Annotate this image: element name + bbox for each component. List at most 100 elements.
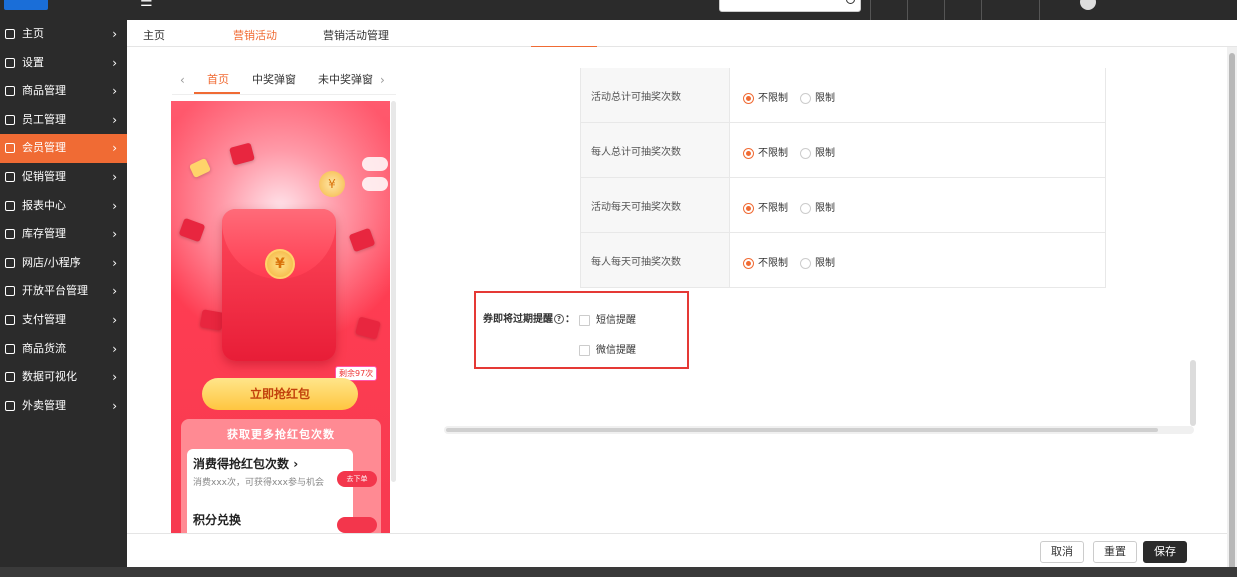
grab-red-envelope-button[interactable]: 立即抢红包: [202, 378, 358, 410]
unlimited-option[interactable]: 不限制: [743, 144, 788, 159]
chevron-left-icon[interactable]: ‹: [180, 73, 185, 87]
bar-chart-icon: [5, 200, 15, 211]
sidebar-item[interactable]: 员工管理 ›: [0, 106, 127, 135]
sms-reminder-checkbox[interactable]: [579, 314, 590, 326]
sidebar-item[interactable]: 商品管理 ›: [0, 77, 127, 106]
preview-tab-home[interactable]: 首页: [207, 71, 229, 87]
tab-marketing-management[interactable]: 营销活动管理: [323, 27, 389, 43]
member-card-icon: [5, 143, 15, 154]
help-icon[interactable]: [870, 0, 907, 20]
task-description: 消费xxx次，可获得xxx参与机会: [193, 478, 324, 488]
avatar[interactable]: [1080, 0, 1096, 10]
sidebar: 主页 › 设置 › 商品管理 › 员工管理 › 会员管理 › 促销管理 › 报表中心 › 库存管理 › 网店/小…: [0, 20, 127, 577]
unlimited-option[interactable]: 不限制: [743, 254, 788, 269]
radio-group: 不限制 限制: [743, 199, 847, 214]
setting-row: 每人总计可抽奖次数 不限制 限制: [581, 123, 1105, 178]
sidebar-item[interactable]: 外卖管理 ›: [0, 392, 127, 421]
sidebar-item-label: 库存管理: [22, 227, 66, 241]
preview-scrollbar[interactable]: [391, 101, 396, 482]
wechat-reminder-option[interactable]: 微信提醒: [579, 341, 636, 356]
form-footer: 取消 重置 保存: [127, 533, 1227, 567]
sidebar-item-label: 主页: [22, 27, 44, 40]
box-icon: [5, 86, 15, 97]
search-input[interactable]: [719, 0, 861, 12]
exchange-button[interactable]: [337, 517, 377, 533]
radio-group: 不限制 限制: [743, 144, 847, 159]
sidebar-item[interactable]: 开放平台管理 ›: [0, 277, 127, 306]
radio-label: 限制: [815, 93, 835, 104]
radio-button[interactable]: [743, 202, 754, 214]
radio-button[interactable]: [743, 257, 754, 269]
line-chart-icon: [5, 372, 15, 383]
task-title[interactable]: 消费得抢红包次数 ›: [193, 455, 298, 472]
tab-home[interactable]: 主页: [143, 27, 165, 43]
vertical-scrollbar[interactable]: [1190, 360, 1196, 426]
radio-button[interactable]: [800, 147, 811, 159]
monitor-icon: [5, 286, 15, 297]
preview-tab-win-popup[interactable]: 中奖弹窗: [252, 71, 296, 87]
radio-button[interactable]: [800, 257, 811, 269]
notification-icon[interactable]: [981, 0, 1039, 20]
gear-icon: [5, 57, 15, 68]
prize-button[interactable]: [362, 177, 388, 191]
user-icon: [5, 114, 15, 125]
cancel-button[interactable]: 取消: [1040, 541, 1084, 563]
more-chances-panel: 获取更多抢红包次数 消费得抢红包次数 › 消费xxx次，可获得xxx参与机会 去…: [181, 419, 381, 533]
more-chances-title: 获取更多抢红包次数: [227, 428, 335, 441]
page-scrollbar[interactable]: [1227, 47, 1237, 577]
sidebar-item[interactable]: 网店/小程序 ›: [0, 249, 127, 278]
sidebar-item[interactable]: 会员管理 ›: [0, 134, 127, 163]
setting-label: 活动总计可抽奖次数: [581, 68, 730, 122]
sidebar-item[interactable]: 库存管理 ›: [0, 220, 127, 249]
rules-button[interactable]: [362, 157, 388, 171]
sidebar-item-label: 开放平台管理: [22, 284, 88, 298]
yen-coin-icon: ¥: [265, 249, 295, 279]
radio-button[interactable]: [743, 147, 754, 159]
radio-label: 不限制: [758, 203, 788, 214]
chevron-right-icon: ›: [112, 255, 117, 270]
preview-tab-lose-popup[interactable]: 未中奖弹窗: [318, 71, 373, 87]
limited-option[interactable]: 限制: [800, 254, 835, 269]
sidebar-item-label: 商品管理: [22, 84, 66, 98]
limited-option[interactable]: 限制: [800, 89, 835, 104]
go-order-button[interactable]: 去下单: [337, 471, 377, 487]
page-scrollbar-thumb[interactable]: [1229, 53, 1235, 571]
sidebar-item[interactable]: 报表中心 ›: [0, 192, 127, 221]
unlimited-option[interactable]: 不限制: [743, 89, 788, 104]
document-icon[interactable]: [907, 0, 944, 20]
radio-button[interactable]: [800, 92, 811, 104]
horizontal-scrollbar-thumb[interactable]: [446, 428, 1158, 432]
sms-reminder-option[interactable]: 短信提醒: [579, 311, 636, 326]
search-icon[interactable]: [846, 0, 855, 4]
wechat-reminder-checkbox[interactable]: [579, 344, 590, 356]
radio-label: 不限制: [758, 93, 788, 104]
horizontal-scrollbar[interactable]: [444, 426, 1194, 434]
sidebar-item[interactable]: 设置 ›: [0, 49, 127, 78]
save-button[interactable]: 保存: [1143, 541, 1187, 563]
sidebar-item[interactable]: 促销管理 ›: [0, 163, 127, 192]
sidebar-item[interactable]: 主页 ›: [0, 20, 127, 49]
user-menu[interactable]: [1080, 0, 1100, 10]
settings-icon[interactable]: [944, 0, 981, 20]
store-icon: [5, 257, 15, 268]
sidebar-item[interactable]: 数据可视化 ›: [0, 363, 127, 392]
sidebar-item[interactable]: 支付管理 ›: [0, 306, 127, 335]
check-circle-icon: [5, 171, 15, 182]
setting-row: 活动总计可抽奖次数 不限制 限制: [581, 68, 1105, 123]
reset-button[interactable]: 重置: [1093, 541, 1137, 563]
setting-row: 每人每天可抽奖次数 不限制 限制: [581, 233, 1105, 288]
limited-option[interactable]: 限制: [800, 199, 835, 214]
chevron-right-icon[interactable]: ›: [380, 73, 385, 87]
radio-group: 不限制 限制: [743, 254, 847, 269]
radio-button[interactable]: [743, 92, 754, 104]
sidebar-item[interactable]: 商品货流 ›: [0, 335, 127, 364]
help-icon[interactable]: ?: [554, 314, 564, 324]
tab-marketing-activity[interactable]: 营销活动: [233, 27, 277, 43]
tab-bar: 主页 营销活动 营销活动管理: [127, 20, 1237, 48]
gear-icon[interactable]: [1039, 0, 1076, 20]
menu-icon[interactable]: ☰: [140, 0, 153, 10]
radio-button[interactable]: [800, 202, 811, 214]
limited-option[interactable]: 限制: [800, 144, 835, 159]
sidebar-item-label: 设置: [22, 55, 44, 69]
unlimited-option[interactable]: 不限制: [743, 199, 788, 214]
